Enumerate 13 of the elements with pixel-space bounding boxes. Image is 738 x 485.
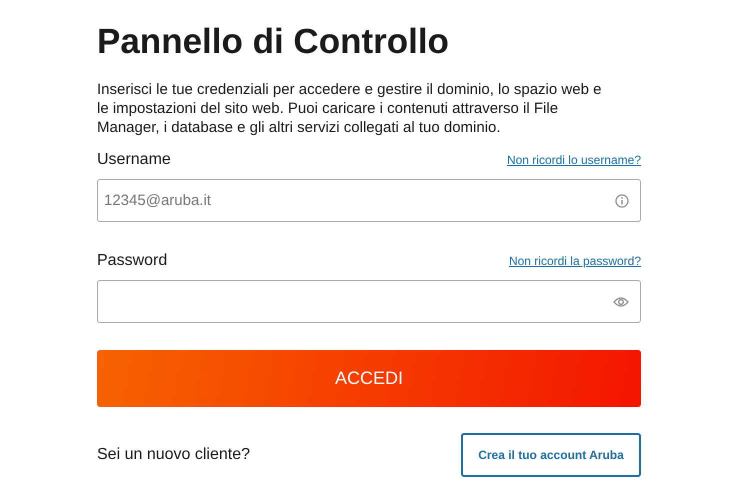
field-label: Username	[97, 151, 171, 169]
intro-text: Inserisci le tue credenziali per accedere e gestire il dominio, lo spazio web e le impostazioni del sito web. Puoi caricare i contenuti attraverso il File Manager, i database e gli altri servizi collegati al tuo dominio.	[97, 80, 602, 137]
password-field[interactable]	[97, 280, 641, 323]
help-link[interactable]: Non ricordi lo username?	[506, 153, 641, 167]
create-account-button[interactable]: Crea il tuo account Aruba	[461, 433, 641, 477]
eye-icon[interactable]	[613, 296, 629, 308]
new-customer-text: Sei un nuovo cliente?	[97, 446, 250, 464]
field-label: Password	[97, 252, 168, 270]
info-icon[interactable]	[615, 194, 629, 208]
page-title: Pannello di Controllo	[97, 21, 449, 63]
login-button[interactable]: ACCEDI	[97, 350, 641, 407]
username-field[interactable]: 12345@aruba.it	[97, 179, 641, 222]
help-link[interactable]: Non ricordi la password?	[508, 254, 641, 268]
